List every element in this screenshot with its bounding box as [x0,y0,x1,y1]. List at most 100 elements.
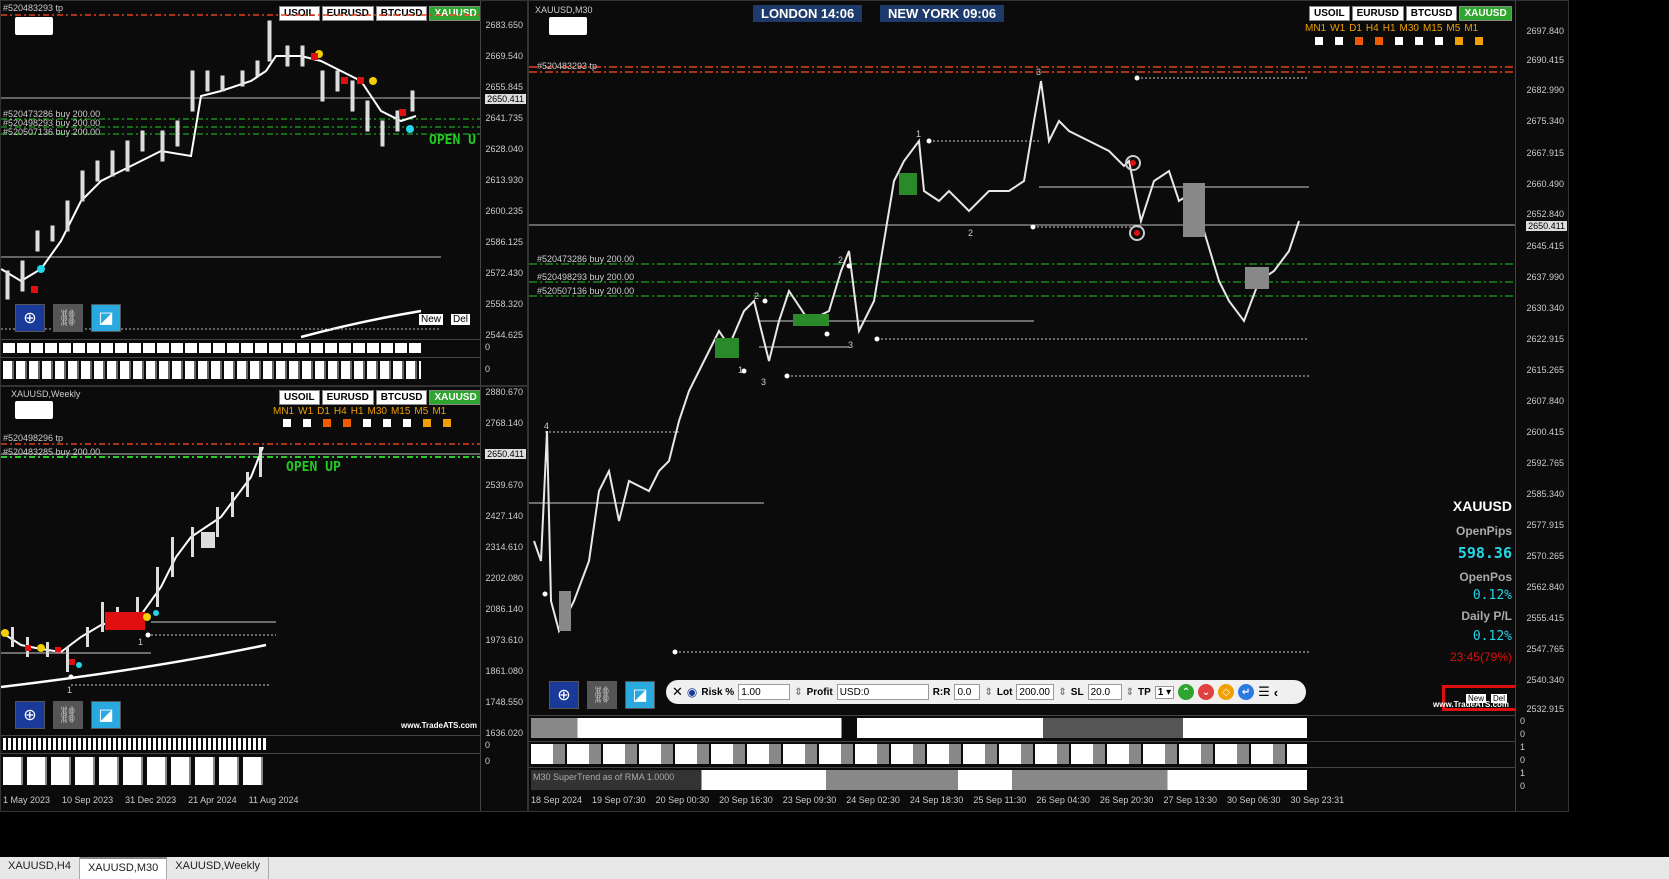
price-tick: 2600.235 [485,206,523,216]
return-icon: ↵ [1241,686,1251,698]
price-tick: 2667.915 [1526,148,1564,158]
indicator-tick: 0 [485,756,491,766]
indicator-tick: 0 [485,342,491,352]
price-tick: 2880.670 [485,387,523,397]
wave-label: 1 [67,685,73,695]
price-tick: 2645.415 [1526,241,1564,251]
indicator-tick: 1 [1520,768,1526,778]
wave-label: 2 [838,255,844,265]
price-tick: 2628.040 [485,144,523,154]
weekly-time-axis: 1 May 2023 10 Sep 2023 31 Dec 2023 21 Ap… [3,795,299,805]
price-tick: 2577.915 [1526,520,1564,530]
risk-stepper-icon[interactable]: ⇕ [794,687,802,698]
price-tick: 2592.765 [1526,458,1564,468]
indicator-tick: 0 [485,740,491,750]
price-tick: 2585.340 [1526,489,1564,499]
chart-weekly[interactable]: XAUUSD,Weekly USOIL EURUSD BTCUSD XAUUSD… [0,386,528,812]
daily-pl-value: 0.12% [1472,629,1512,644]
trade-panel: ✕ ◉ Risk % ⇕ Profit R:R ⇕ Lot ⇕ SL ⇕ TP … [666,680,1306,704]
del-button[interactable]: Del [451,314,471,325]
price-tick: 2768.140 [485,418,523,428]
price-tick: 2697.840 [1526,26,1564,36]
open-pos-label: OpenPos [1459,570,1512,584]
h4-indicator-strip-1 [1,339,481,356]
link-tool-button[interactable]: ⛓ [53,701,83,729]
indicator-tick: 1 [1520,742,1526,752]
m30-price-axis[interactable]: 2697.840 2690.415 2682.990 2675.340 2667… [1515,1,1568,811]
crosshair-icon: ⊕ [557,687,571,704]
menu-icon[interactable]: ☰ [1258,684,1270,700]
lot-input[interactable] [1016,684,1055,700]
price-tick: 2682.990 [1526,85,1564,95]
price-tick: 2202.080 [485,573,523,583]
status-open-up: OPEN U [429,133,476,148]
daily-pl-label: Daily P/L [1461,609,1512,623]
lot-label: Lot [996,686,1013,698]
price-tick: 2586.125 [485,237,523,247]
weekly-indicator-strip-2 [1,753,481,788]
tp-select[interactable]: 1 ▾ [1154,685,1175,699]
crosshair-tool-button[interactable]: ⊕ [15,701,45,729]
risk-input[interactable] [738,684,791,700]
chart-tabs: XAUUSD,H4 XAUUSD,M30 XAUUSD,Weekly [0,857,1669,879]
chart-h4[interactable]: #520483293 tp USOIL EURUSD BTCUSD XAUUSD [0,0,528,386]
crosshair-icon: ⊕ [23,310,37,327]
stats-symbol: XAUUSD [1452,498,1512,514]
enter-button[interactable]: ↵ [1238,684,1255,700]
link-tool-button[interactable]: ⛓ [53,304,83,332]
rr-input[interactable] [954,684,981,700]
m30-indicator-strip-3: M30 SuperTrend as of RMA 1.0000 [529,767,1519,792]
current-price-box: 2650.411 [485,449,526,459]
link-icon: ⛓ [57,310,79,327]
target-icon[interactable]: ◉ [687,685,697,699]
price-tick: 2572.430 [485,268,523,278]
date-tick: 30 Sep 23:31 [1290,795,1345,805]
indicator-tick: 0 [1520,729,1526,739]
new-button[interactable]: New [419,314,444,325]
account-stats: XAUUSD OpenPips 598.36 OpenPos 0.12% Dai… [1392,498,1512,664]
collapse-icon[interactable]: ‹ [1274,685,1278,700]
sl-stepper-icon[interactable]: ⇕ [1126,687,1134,698]
h4-indicator-strip-2 [1,357,481,382]
tab-xauusd-m30[interactable]: XAUUSD,M30 [79,857,168,879]
watermark: www.TradeATS.com [1433,700,1510,709]
watermark: www.TradeATS.com [401,721,478,730]
screenshot-tool-button[interactable]: ◪ [91,701,121,729]
price-tick: 2555.415 [1526,613,1564,623]
sl-input[interactable] [1087,684,1122,700]
tab-xauusd-h4[interactable]: XAUUSD,H4 [0,857,80,879]
close-icon[interactable]: ✕ [672,684,683,700]
crosshair-tool-button[interactable]: ⊕ [15,304,45,332]
price-tick: 2607.840 [1526,396,1564,406]
crosshair-tool-button[interactable]: ⊕ [549,681,579,709]
h4-price-axis[interactable]: 2683.650 2669.540 2655.845 2650.411 2641… [480,1,527,385]
current-price-box: 2650.411 [485,94,526,104]
price-tick: 2660.490 [1526,179,1564,189]
price-tick: 2544.625 [485,330,523,340]
tab-xauusd-weekly[interactable]: XAUUSD,Weekly [167,857,270,879]
wave-label: 2 [754,291,760,301]
screenshot-tool-button[interactable]: ◪ [625,681,655,709]
m30-time-axis: 18 Sep 2024 19 Sep 07:30 20 Sep 00:30 20… [531,795,1344,805]
date-tick: 11 Aug 2024 [248,795,299,805]
screenshot-tool-button[interactable]: ◪ [91,304,121,332]
weekly-price-axis[interactable]: 2880.670 2768.140 2650.411 2539.670 2427… [480,387,527,811]
chart-image-icon: ◪ [98,310,114,327]
price-tick: 1748.550 [485,697,523,707]
rr-stepper-icon[interactable]: ⇕ [984,687,992,698]
price-tick: 1636.020 [485,728,523,738]
profit-input[interactable] [836,684,929,700]
price-tick: 2532.915 [1526,704,1564,714]
price-tick: 2562.840 [1526,582,1564,592]
order-label-2: #520498293 buy 200.00 [537,272,635,282]
buy-button[interactable]: ⌃ [1178,684,1195,700]
sell-button[interactable]: ⌄ [1198,684,1215,700]
link-tool-button[interactable]: ⛓ [587,681,617,709]
pending-button[interactable]: ◇ [1218,684,1235,700]
price-tick: 2683.650 [485,20,523,30]
price-tick: 2314.610 [485,542,523,552]
wave-label: 1 [738,365,744,375]
lot-stepper-icon[interactable]: ⇕ [1058,687,1066,698]
arrow-down-icon: ⌄ [1201,686,1211,698]
date-tick: 24 Sep 18:30 [909,795,964,805]
